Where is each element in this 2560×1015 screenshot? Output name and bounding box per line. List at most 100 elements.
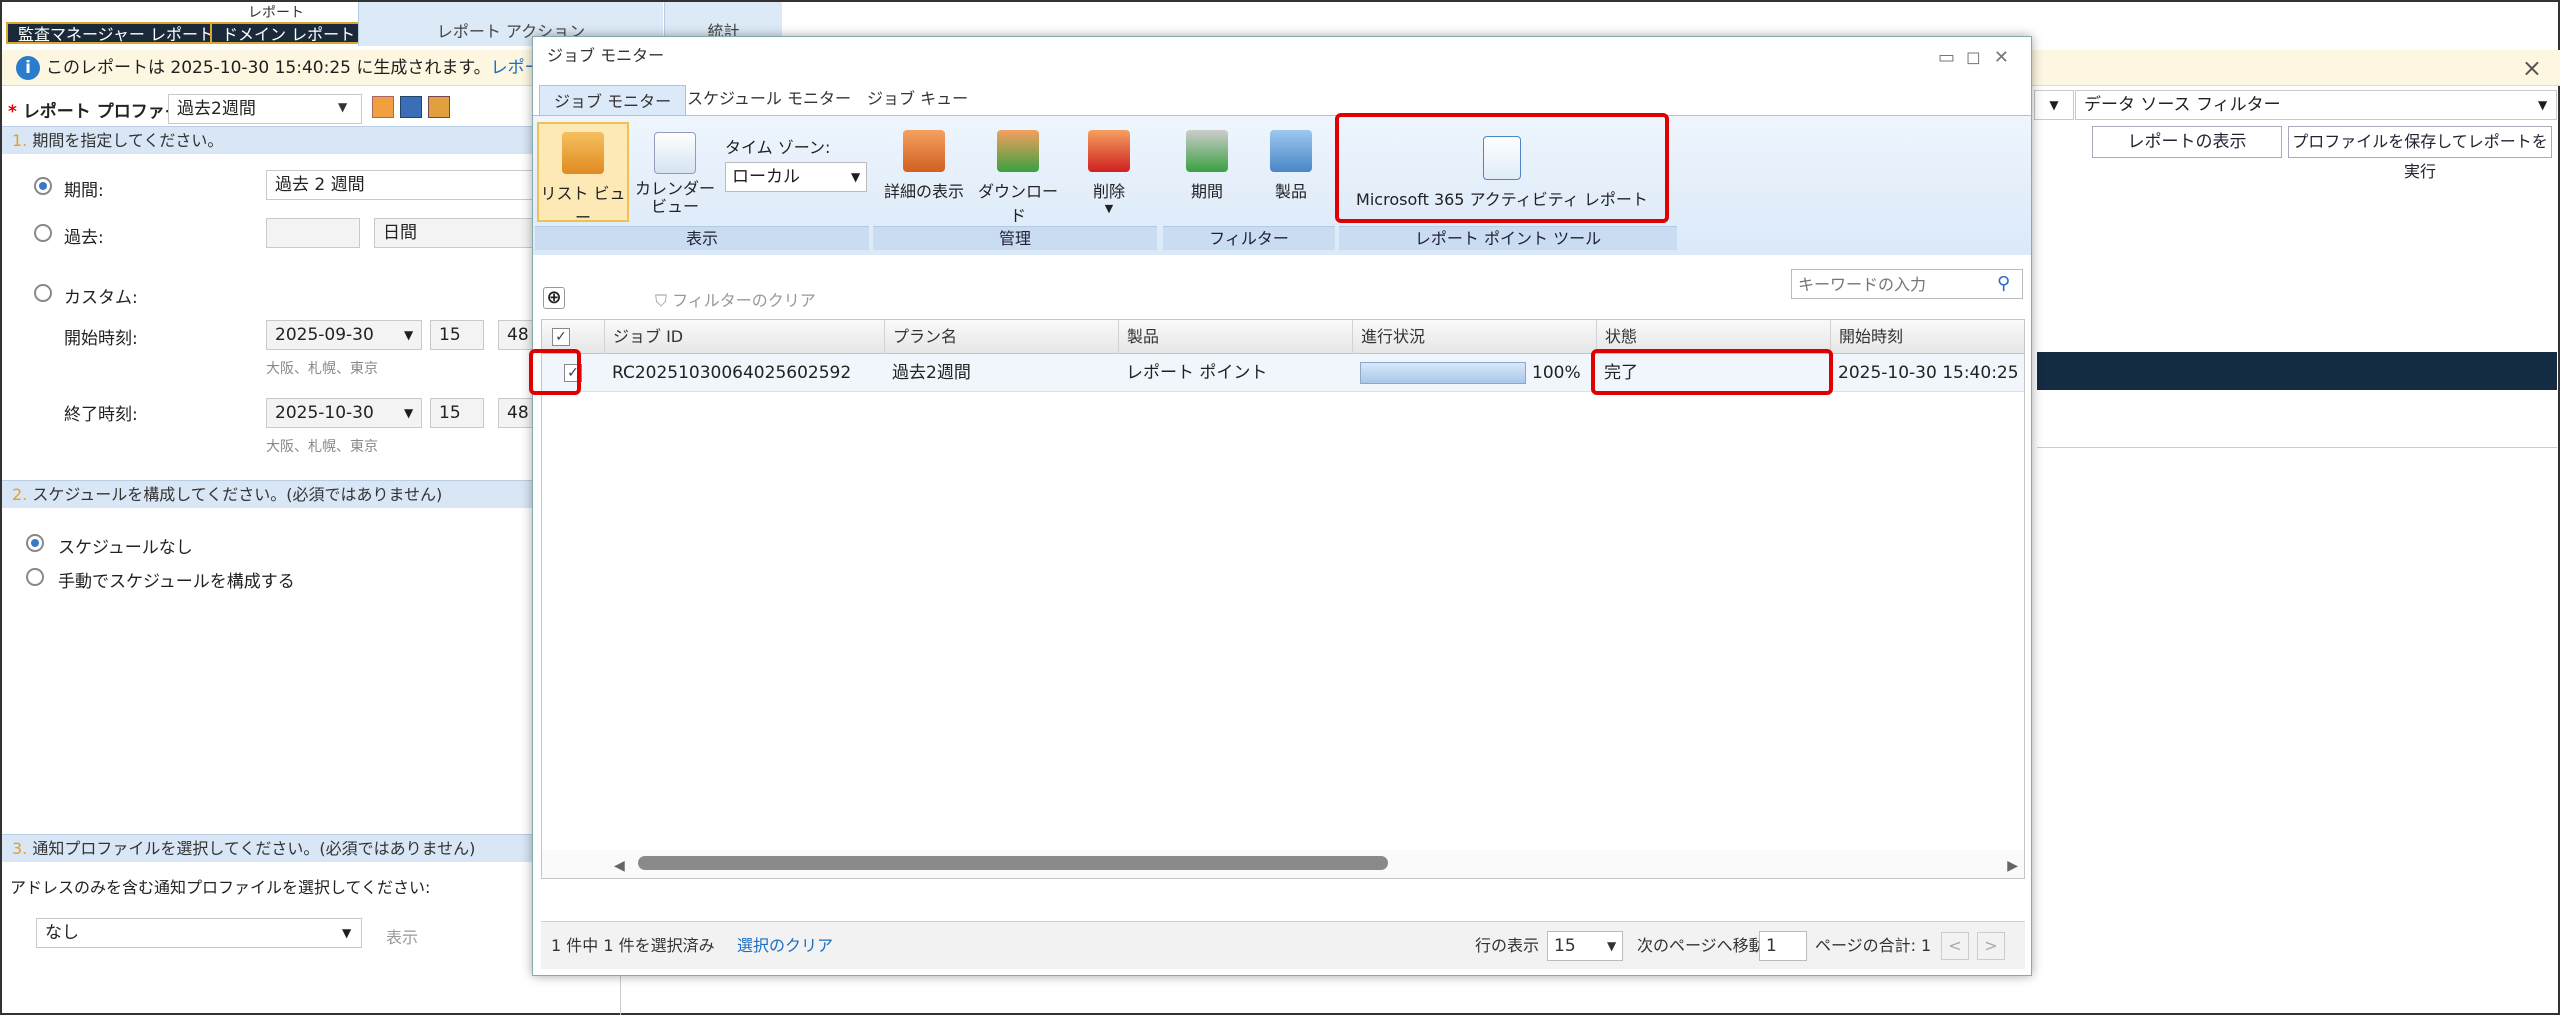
save-and-run-button[interactable]: プロファイルを保存してレポートを実行 [2288, 126, 2552, 181]
details-button[interactable]: 詳細の表示 [881, 130, 967, 202]
close-icon[interactable]: × [2522, 54, 2542, 82]
progress-bar [1360, 362, 1526, 384]
schedule-manual-radio[interactable] [26, 568, 44, 586]
end-hour-stepper[interactable]: 15 [430, 398, 484, 428]
grid-footer: 1 件中 1 件を選択済み 選択のクリア 行の表示 15 ▼ 次のページへ移動 … [541, 921, 2025, 969]
tab-schedule-monitor[interactable]: スケジュール モニター [673, 83, 865, 115]
notify-label: アドレスのみを含む通知プロファイルを選択してください: [10, 878, 431, 897]
tab-domain-report[interactable]: ドメイン レポート [210, 22, 368, 44]
download-label: ダウンロード [977, 182, 1058, 225]
info-icon: i [16, 56, 40, 80]
product-filter-button[interactable]: 製品 [1253, 130, 1329, 202]
highlight-m365-button [1335, 113, 1669, 223]
select-all-checkbox[interactable]: ✓ [552, 328, 570, 346]
ribbon-group-display: リスト ビュー カレンダー ビュー タイム ゾーン: ローカル ▼ 表示 [535, 122, 869, 250]
end-min-stepper[interactable]: 48 [498, 398, 536, 428]
calendar-view-button[interactable]: カレンダー ビュー [635, 132, 715, 216]
col-plan-name[interactable]: プラン名 [884, 320, 1118, 354]
col-start-time[interactable]: 開始時刻 [1830, 320, 2026, 354]
list-view-button[interactable]: リスト ビュー [537, 122, 629, 227]
horizontal-scrollbar[interactable]: ◀ ▶ [542, 850, 2024, 878]
tab-job-queue[interactable]: ジョブ キュー [853, 83, 982, 115]
end-tz-label: 大阪、札幌、東京 [266, 439, 378, 455]
save-icon[interactable] [400, 96, 422, 118]
minimize-icon[interactable]: ▭ [1938, 47, 1955, 68]
custom-radio[interactable] [34, 284, 52, 302]
chevron-down-icon[interactable]: ▼ [2034, 90, 2074, 120]
calendar-view-label-1: カレンダー [635, 179, 716, 198]
period-filter-button[interactable]: 期間 [1169, 130, 1245, 202]
download-button[interactable]: ダウンロード [975, 130, 1061, 226]
chevron-down-icon: ▼ [851, 170, 861, 184]
section-notify-header: 3. 通知プロファイルを選択してください。(必須ではありません) [2, 834, 537, 862]
chevron-down-icon: ▼ [404, 406, 414, 420]
delete-label: 削除 [1092, 182, 1125, 201]
keyword-search-input[interactable] [1791, 269, 2023, 299]
details-label: 詳細の表示 [883, 182, 964, 201]
clear-filter-button[interactable]: ⛉ フィルターのクリア [655, 287, 816, 311]
dialog-tabs: ジョブ モニター スケジュール モニター ジョブ キュー [533, 83, 2031, 117]
calendar-icon[interactable] [372, 96, 394, 118]
tab-job-monitor[interactable]: ジョブ モニター [539, 85, 687, 117]
timezone-select[interactable]: ローカル [725, 162, 867, 192]
period-filter-label: 期間 [1190, 182, 1223, 201]
job-grid: ✓ ジョブ ID プラン名 製品 進行状況 状態 開始時刻 ✓ RC202510… [541, 319, 2025, 879]
scrollbar-thumb[interactable] [638, 856, 1388, 870]
past-label: 過去: [64, 228, 104, 248]
end-time-label: 終了時刻: [64, 405, 138, 425]
scroll-right-icon[interactable]: ▶ [2007, 858, 2018, 874]
page-total-label: ページの合計: [1815, 936, 1917, 955]
divider [2037, 447, 2557, 448]
period-label: 期間: [64, 181, 104, 201]
profile-icon[interactable] [428, 96, 450, 118]
period-radio[interactable] [34, 177, 52, 195]
list-view-label: リスト ビュー [540, 184, 626, 227]
chevron-down-icon: ▼ [404, 328, 414, 342]
start-min-stepper[interactable]: 48 [498, 320, 536, 350]
top-small-label: レポート [248, 5, 304, 21]
details-icon [903, 130, 945, 172]
start-date-select[interactable]: 2025-09-30 [266, 320, 422, 350]
dialog-title: ジョブ モニター [533, 37, 2031, 75]
goto-page-input[interactable]: 1 [1759, 931, 1807, 961]
progress-fill [1361, 363, 1525, 383]
schedule-none-radio[interactable] [26, 534, 44, 552]
past-count-input[interactable] [266, 218, 360, 248]
ribbon: リスト ビュー カレンダー ビュー タイム ゾーン: ローカル ▼ 表示 詳細の… [533, 115, 2031, 255]
product-filter-label: 製品 [1274, 182, 1307, 201]
col-job-id[interactable]: ジョブ ID [604, 320, 884, 354]
next-page-button[interactable]: > [1977, 932, 2005, 960]
cell-job-id: RC20251030064025602592 [612, 363, 852, 383]
past-radio[interactable] [34, 224, 52, 242]
col-product[interactable]: 製品 [1118, 320, 1352, 354]
chevron-down-icon: ▼ [338, 100, 348, 114]
tab-audit-manager-report[interactable]: 監査マネージャー レポート [6, 22, 226, 44]
chevron-down-icon: ▼ [1607, 939, 1617, 953]
notify-select[interactable]: なし [36, 918, 362, 948]
view-report-button[interactable]: レポートの表示 [2092, 126, 2282, 158]
goto-page-label: 次のページへ移動 [1637, 936, 1765, 955]
delete-button[interactable]: 削除 ▼ [1069, 130, 1149, 215]
close-icon[interactable]: ✕ [1994, 47, 2009, 68]
datasource-filter-select[interactable]: データ ソース フィルター [2075, 90, 2557, 120]
col-progress[interactable]: 進行状況 [1352, 320, 1596, 354]
start-hour-stepper[interactable]: 15 [430, 320, 484, 350]
info-text: このレポートは 2025-10-30 15:40:25 に生成されます。 [46, 58, 491, 78]
notify-view-link[interactable]: 表示 [386, 924, 418, 948]
search-icon[interactable]: ⚲ [1997, 273, 2010, 294]
period-select[interactable]: 過去 2 週間 [266, 170, 536, 200]
ribbon-group-manage: 詳細の表示 ダウンロード 削除 ▼ 管理 [873, 122, 1157, 250]
clear-selection-link[interactable]: 選択のクリア [737, 922, 833, 970]
maximize-icon[interactable]: ◻ [1966, 47, 1981, 68]
past-unit-select[interactable]: 日間 [374, 218, 536, 248]
delete-icon [1088, 130, 1130, 172]
add-icon[interactable]: ⊕ [543, 287, 565, 309]
scroll-left-icon[interactable]: ◀ [614, 858, 625, 874]
profile-select[interactable]: 過去2週間 [168, 94, 362, 124]
cell-product: レポート ポイント [1126, 363, 1268, 383]
end-date-select[interactable]: 2025-10-30 [266, 398, 422, 428]
group-label-display: 表示 [535, 226, 869, 250]
selection-count: 1 件中 1 件を選択済み [551, 936, 715, 955]
prev-page-button[interactable]: < [1941, 932, 1969, 960]
period-filter-icon [1186, 130, 1228, 172]
